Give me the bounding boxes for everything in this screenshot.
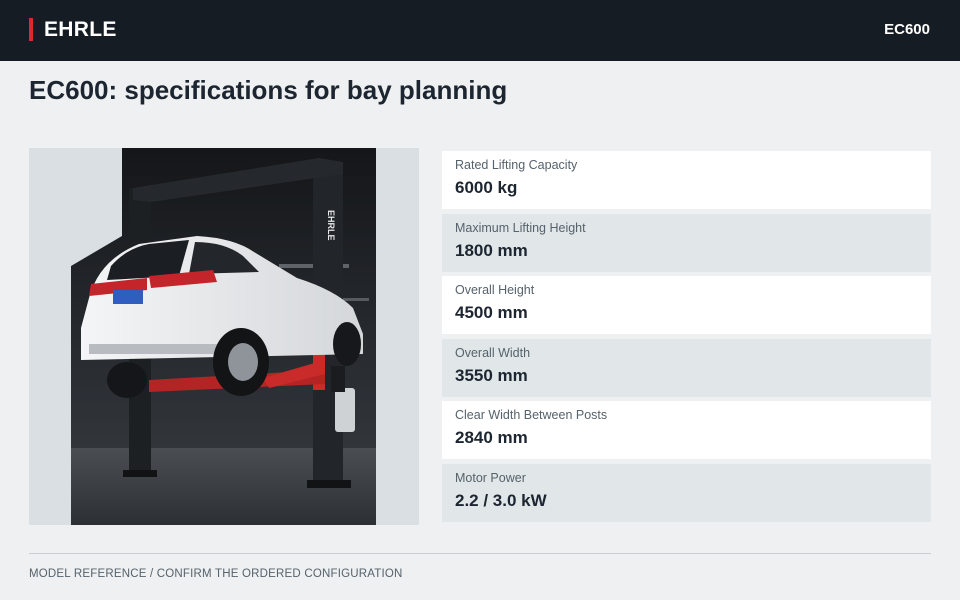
- spec-value: 3550 mm: [455, 365, 528, 385]
- spec-value: 4500 mm: [455, 303, 528, 322]
- footer-note: MODEL REFERENCE / CONFIRM THE ORDERED CO…: [29, 568, 403, 580]
- spec-label: Maximum Lifting Height: [455, 220, 586, 235]
- spec-row-motor-power: Motor Power 2.2 / 3.0 kW: [442, 463, 931, 522]
- motor: [331, 366, 345, 392]
- post-base: [123, 470, 157, 477]
- spec-list: Rated Lifting Capacity 6000 kg Maximum L…: [442, 151, 931, 526]
- spec-row-overall-height: Overall Height 4500 mm: [442, 276, 931, 334]
- rear-wheel: [107, 362, 147, 398]
- model-code: EC600: [884, 21, 930, 38]
- brand-logo: EHRLE: [44, 18, 117, 41]
- spec-value: 2840 mm: [455, 428, 528, 447]
- spec-row-maximum-lifting-height: Maximum Lifting Height 1800 mm: [442, 213, 931, 272]
- lift-illustration: EHRLE: [71, 148, 376, 525]
- post-base: [307, 480, 351, 488]
- wheel-rim: [228, 343, 258, 381]
- spec-row-overall-width: Overall Width 3550 mm: [442, 338, 931, 397]
- spec-label: Overall Width: [455, 345, 531, 360]
- footer-divider: [29, 553, 931, 554]
- spec-value: 2.2 / 3.0 kW: [455, 490, 547, 510]
- spec-value: 6000 kg: [455, 178, 518, 197]
- power-unit: [335, 388, 355, 432]
- spec-label: Overall Height: [455, 283, 535, 297]
- spec-value: 1800 mm: [455, 240, 528, 260]
- page-title: EC600: specifications for bay planning: [29, 75, 508, 105]
- license-plate: [113, 290, 143, 304]
- spec-row-rated-lifting-capacity: Rated Lifting Capacity 6000 kg: [442, 151, 931, 209]
- spec-label: Motor Power: [455, 470, 526, 485]
- product-photo: EHRLE: [29, 148, 419, 525]
- spec-label: Clear Width Between Posts: [455, 408, 608, 422]
- post-lettering: EHRLE: [326, 210, 336, 241]
- front-wheel: [333, 322, 361, 366]
- brand-accent-bar: [29, 18, 33, 41]
- spec-row-clear-width-between-posts: Clear Width Between Posts 2840 mm: [442, 401, 931, 459]
- top-bar: EHRLE EC600: [0, 0, 960, 61]
- spec-label: Rated Lifting Capacity: [455, 158, 578, 172]
